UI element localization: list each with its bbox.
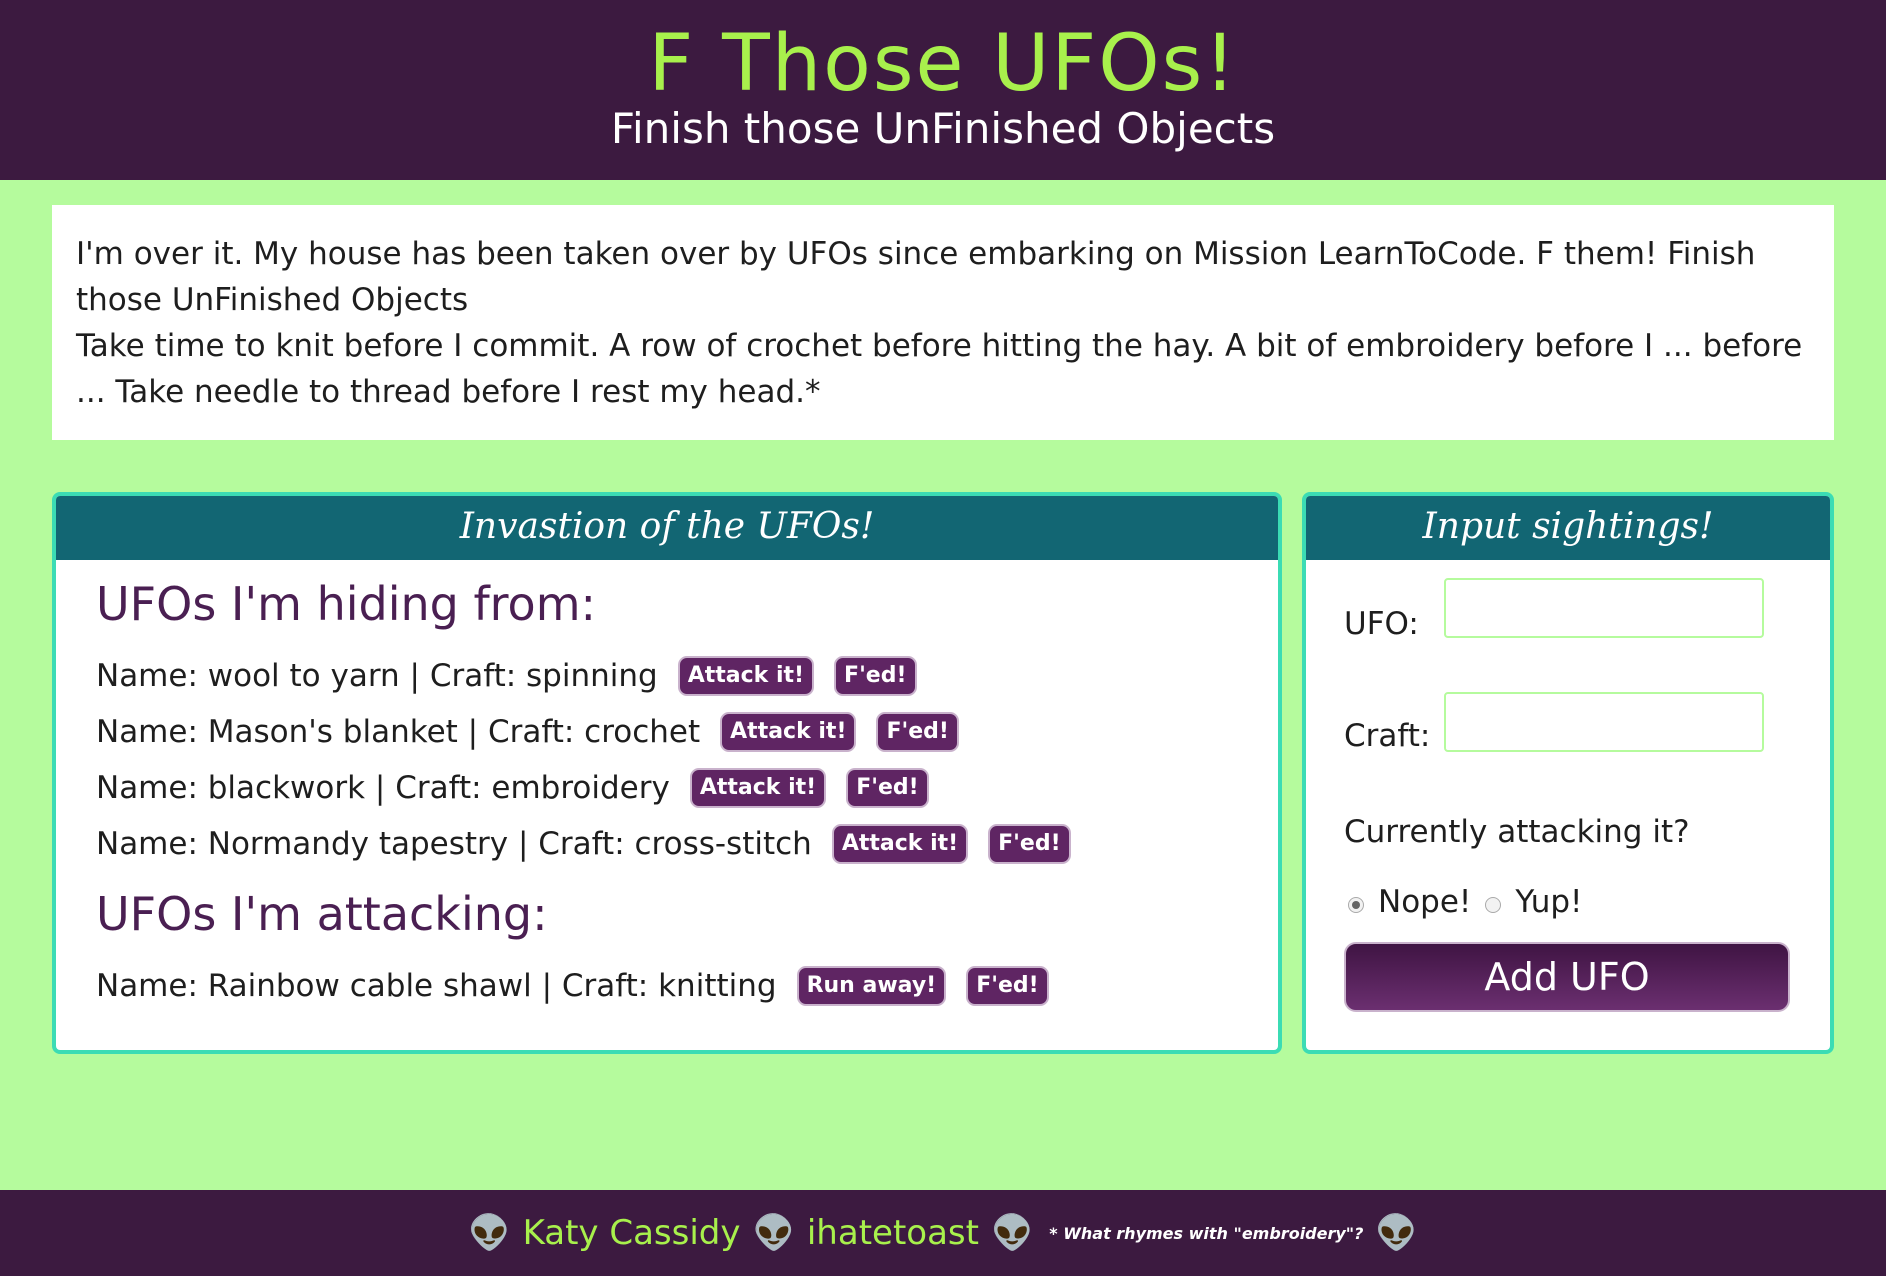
radio-nope[interactable] — [1348, 897, 1364, 913]
radio-yup[interactable] — [1485, 897, 1502, 913]
run-away-button[interactable]: Run away! — [796, 966, 947, 1006]
radio-yup-label: Yup! — [1515, 884, 1583, 920]
fed-button[interactable]: F'ed! — [876, 712, 959, 752]
attacking-question: Currently attacking it? — [1344, 814, 1690, 850]
attack-button[interactable]: Attack it! — [831, 824, 969, 864]
sighting-form-panel: Input sightings! UFO: Craft: Currently a… — [1302, 492, 1834, 1054]
hiding-section-title: UFOs I'm hiding from: — [96, 577, 597, 631]
alien-icon: 👽 — [468, 1213, 511, 1253]
site-footer: 👽 Katy Cassidy 👽 ihatetoast 👽 * What rhy… — [0, 1190, 1886, 1276]
list-item: Name: Mason's blanket | Craft: crochet A… — [96, 706, 959, 758]
attack-button[interactable]: Attack it! — [677, 656, 815, 696]
intro-text-2: Take time to knit before I commit. A row… — [76, 328, 1803, 410]
list-item: Name: Normandy tapestry | Craft: cross-s… — [96, 818, 1071, 870]
alien-icon: 👽 — [990, 1213, 1034, 1253]
ufo-description: Name: wool to yarn | Craft: spinning — [96, 658, 658, 694]
ufo-description: Name: Normandy tapestry | Craft: cross-s… — [96, 826, 812, 862]
attacking-section-title: UFOs I'm attacking: — [96, 887, 548, 941]
craft-label: Craft: — [1344, 718, 1431, 754]
list-item: Name: Rainbow cable shawl | Craft: knitt… — [96, 960, 1049, 1012]
attack-button[interactable]: Attack it! — [689, 768, 827, 808]
attacking-radio-group: Nope! Yup! — [1344, 884, 1582, 920]
site-title: F Those UFOs! — [648, 19, 1238, 109]
attack-button[interactable]: Attack it! — [720, 712, 857, 752]
form-panel-title: Input sightings! — [1306, 496, 1830, 560]
list-item: Name: wool to yarn | Craft: spinning Att… — [96, 650, 917, 702]
handle-link[interactable]: ihatetoast — [807, 1213, 979, 1253]
ufo-input[interactable] — [1444, 578, 1764, 638]
intro-text-1: I'm over it. My house has been taken ove… — [76, 236, 1756, 318]
ufo-label: UFO: — [1344, 606, 1419, 642]
invasion-panel-title: Invastion of the UFOs! — [56, 496, 1278, 560]
author-link[interactable]: Katy Cassidy — [523, 1213, 741, 1253]
ufo-description: Name: blackwork | Craft: embroidery — [96, 770, 670, 806]
fed-button[interactable]: F'ed! — [834, 656, 917, 696]
alien-icon: 👽 — [752, 1213, 795, 1253]
footer-note: * What rhymes with "embroidery"? — [1049, 1223, 1364, 1243]
ufo-description: Name: Rainbow cable shawl | Craft: knitt… — [96, 968, 777, 1004]
fed-button[interactable]: F'ed! — [846, 768, 929, 808]
site-header: F Those UFOs! Finish those UnFinished Ob… — [0, 0, 1886, 180]
intro-box: I'm over it. My house has been taken ove… — [52, 205, 1834, 440]
radio-nope-label: Nope! — [1378, 884, 1472, 920]
invasion-panel: Invastion of the UFOs! UFOs I'm hiding f… — [52, 492, 1282, 1054]
craft-input[interactable] — [1444, 692, 1764, 752]
site-subtitle: Finish those UnFinished Objects — [610, 104, 1276, 153]
ufo-description: Name: Mason's blanket | Craft: crochet — [96, 714, 701, 750]
add-ufo-button[interactable]: Add UFO — [1344, 942, 1790, 1012]
alien-icon: 👽 — [1375, 1213, 1418, 1253]
fed-button[interactable]: F'ed! — [966, 966, 1049, 1006]
fed-button[interactable]: F'ed! — [988, 824, 1071, 864]
list-item: Name: blackwork | Craft: embroidery Atta… — [96, 762, 929, 814]
